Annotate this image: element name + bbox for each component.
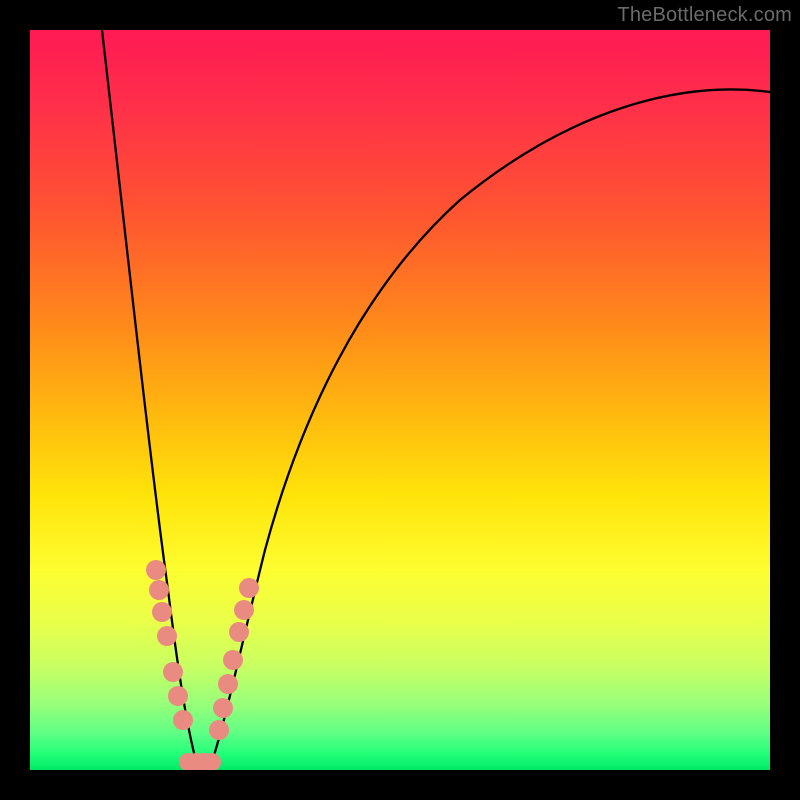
- marker-dot: [229, 622, 249, 642]
- marker-dot: [234, 600, 254, 620]
- marker-dot: [239, 578, 259, 598]
- marker-dot: [223, 650, 243, 670]
- curve-left-branch: [102, 30, 198, 768]
- marker-dot: [152, 602, 172, 622]
- plot-area: [30, 30, 770, 770]
- marker-dot: [173, 710, 193, 730]
- marker-dot: [168, 686, 188, 706]
- marker-dot: [213, 698, 233, 718]
- watermark-text: TheBottleneck.com: [617, 4, 792, 27]
- marker-dot: [146, 560, 166, 580]
- curve-right-branch: [210, 89, 770, 768]
- bottleneck-curve: [30, 30, 770, 770]
- marker-dot: [163, 662, 183, 682]
- chart-frame: TheBottleneck.com: [0, 0, 800, 800]
- marker-dot: [157, 626, 177, 646]
- marker-dot: [218, 674, 238, 694]
- marker-dot: [209, 720, 229, 740]
- marker-dot: [149, 580, 169, 600]
